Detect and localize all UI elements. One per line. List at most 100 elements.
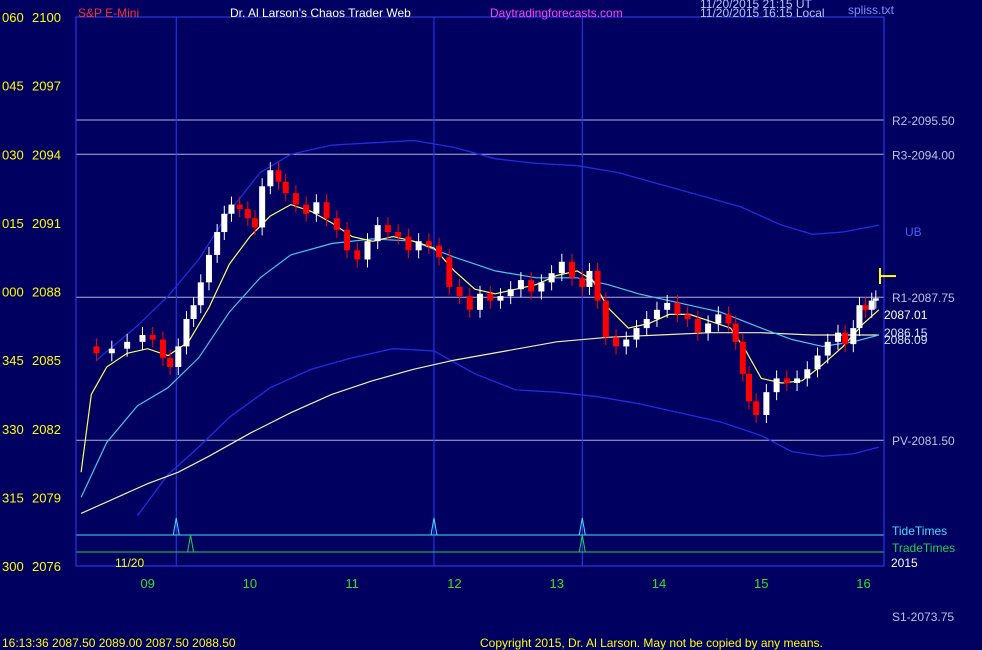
candle-body: [586, 270, 593, 287]
x-tick-label: 14: [652, 576, 666, 591]
y-tick-label: 2097: [32, 79, 61, 94]
symbol-label: S&P E-Mini: [78, 6, 139, 20]
candle-body: [354, 250, 361, 260]
left-tick-label: 315: [2, 490, 24, 505]
value-label: 2087.01: [884, 308, 928, 322]
candle-body: [814, 355, 821, 370]
candle-body: [333, 218, 340, 230]
candle-body: [313, 202, 320, 214]
candle-body: [364, 241, 371, 260]
candle-body: [732, 323, 739, 342]
timestamp-local: 11/20/2015 16:15 Local: [700, 6, 825, 20]
x-tick-label: 13: [549, 576, 563, 591]
candle-body: [783, 378, 790, 383]
candle-body: [705, 323, 712, 333]
candle-body: [538, 282, 545, 292]
candle-body: [753, 401, 760, 416]
candle-body: [674, 302, 681, 315]
candle-body: [384, 225, 391, 233]
candle-body: [745, 373, 752, 402]
level-label: S1-2073.75: [892, 610, 954, 624]
y-tick-label: 2076: [32, 559, 61, 574]
candle-body: [374, 225, 381, 242]
y-tick-label: 2100: [32, 10, 61, 25]
candle-body: [528, 280, 535, 292]
candle-body: [548, 273, 555, 283]
price-chart: R2-2095.50 R3-2094.00 R1-2087.75 PV-2081.50…: [0, 0, 982, 650]
candle-body: [436, 245, 443, 258]
candle-body: [633, 328, 640, 340]
candle-body: [579, 277, 586, 287]
candle-body: [466, 296, 473, 310]
candle-body: [569, 261, 576, 278]
level-label: R1-2087.75: [892, 291, 955, 305]
candle-body: [446, 257, 453, 287]
candle-body: [487, 293, 494, 301]
y-tick-label: 2094: [32, 147, 61, 162]
left-tick-label: 045: [2, 79, 24, 94]
value-label: 2086.09: [884, 333, 928, 347]
candle-body: [244, 209, 251, 219]
candle-body: [259, 186, 266, 228]
candle-body: [868, 300, 875, 310]
candle-body: [594, 270, 601, 301]
candle-body: [804, 369, 811, 379]
candle-body: [456, 286, 463, 297]
candle-body: [228, 204, 235, 214]
site-link[interactable]: Daytradingforecasts.com: [490, 6, 623, 20]
candle-body: [190, 305, 197, 319]
candle-body: [834, 332, 841, 342]
candle-body: [643, 318, 650, 329]
x-tick-label: 15: [754, 576, 768, 591]
candle-body: [236, 204, 243, 210]
y-tick-label: 2091: [32, 216, 61, 231]
candle-body: [613, 337, 620, 347]
candle-body: [221, 213, 228, 233]
footer-quote: 16:13:36 2087.50 2089.00 2087.50 2088.50: [2, 636, 236, 650]
candle-body: [558, 261, 565, 274]
candle-body: [251, 218, 258, 228]
candle-body: [850, 328, 857, 345]
y-tick-label: 2082: [32, 422, 61, 437]
candle-body: [405, 236, 412, 251]
candle-body: [303, 204, 310, 214]
left-tick-label: 000: [2, 285, 24, 300]
candle-body: [124, 341, 131, 349]
x-tick-label: 16: [856, 576, 870, 591]
candle-body: [725, 314, 732, 324]
y-tick-label: 2088: [32, 285, 61, 300]
candle-body: [93, 346, 100, 354]
event-row-label: TradeTimes: [892, 541, 955, 555]
x-tick-label: 10: [243, 576, 257, 591]
left-tick-label: 330: [2, 422, 24, 437]
candle-body: [425, 241, 432, 246]
candle-body: [344, 229, 351, 251]
event-row-label: TideTimes: [892, 524, 947, 538]
x-tick-label: 11: [345, 576, 359, 591]
candle-body: [653, 309, 660, 319]
candle-body: [773, 378, 780, 393]
candle-body: [507, 289, 514, 297]
chart-title: Dr. Al Larson's Chaos Trader Web: [230, 6, 411, 20]
candle-body: [497, 296, 504, 301]
copyright: Copyright 2015, Dr. Al Larson. May not b…: [480, 636, 823, 650]
candle-body: [167, 357, 174, 367]
candle-body: [856, 305, 863, 329]
candle-body: [267, 170, 274, 187]
candle-body: [175, 346, 182, 367]
candle-body: [694, 318, 701, 333]
level-label: R3-2094.00: [892, 148, 955, 162]
candle-body: [205, 254, 212, 283]
candle-body: [739, 341, 746, 374]
candle-body: [415, 241, 422, 251]
candle-body: [715, 314, 722, 324]
band-label: UB: [905, 225, 922, 239]
candle-body: [517, 280, 524, 290]
y-tick-label: 2079: [32, 490, 61, 505]
candle-body: [872, 298, 879, 301]
candle-body: [602, 300, 609, 338]
candle-body: [842, 332, 849, 345]
year-label: 2015: [891, 556, 918, 570]
candle-body: [282, 181, 289, 194]
candle-body: [197, 282, 204, 306]
